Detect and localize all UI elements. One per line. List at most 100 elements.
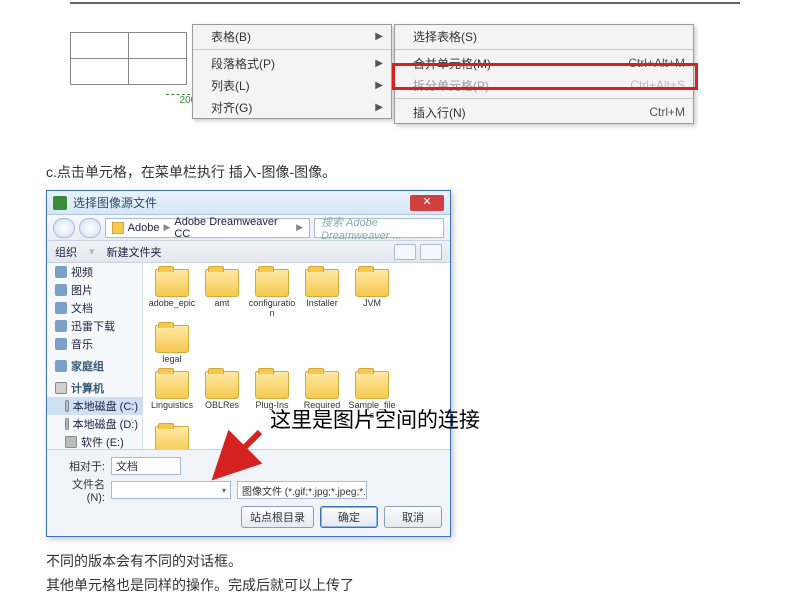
sidebar: 视频 图片 文档 迅雷下载 音乐 家庭组 计算机 本地磁盘 (C:) 本地磁盘 … <box>47 263 143 449</box>
menu-item-select-table[interactable]: 选择表格(S) <box>395 25 693 47</box>
menu-item-table[interactable]: 表格(B) ▶ <box>193 25 391 47</box>
sidebar-item-drive-c[interactable]: 本地磁盘 (C:) <box>47 397 142 415</box>
dialog-body: 视频 图片 文档 迅雷下载 音乐 家庭组 计算机 本地磁盘 (C:) 本地磁盘 … <box>47 263 450 449</box>
chevron-right-icon: ▶ <box>163 222 170 233</box>
menu-label: 表格(B) <box>211 28 251 45</box>
folder-item[interactable]: OBLRes <box>198 371 246 421</box>
folder-item[interactable]: Plug-Ins <box>248 371 296 421</box>
sidebar-item-video[interactable]: 视频 <box>47 263 142 281</box>
folder-icon <box>155 426 189 449</box>
folder-item[interactable]: zh_CN <box>148 426 196 449</box>
filename-label: 文件名(N): <box>55 476 105 504</box>
folder-item[interactable]: configuration <box>248 269 296 319</box>
menu-label: 列表(L) <box>211 77 250 94</box>
chevron-right-icon: ▶ <box>375 102 383 113</box>
cancel-button[interactable]: 取消 <box>384 506 442 528</box>
path-segment[interactable]: Adobe <box>128 222 160 234</box>
help-button[interactable] <box>420 244 442 260</box>
path-segment[interactable]: Adobe Dreamweaver CC <box>174 216 292 240</box>
sidebar-item-documents[interactable]: 文档 <box>47 299 142 317</box>
context-submenu-left: 表格(B) ▶ 段落格式(P) ▶ 列表(L) ▶ 对齐(G) ▶ <box>192 24 392 119</box>
folder-item[interactable]: Linguistics <box>148 371 196 421</box>
menu-label: 选择表格(S) <box>413 28 477 45</box>
menu-label: 段落格式(P) <box>211 55 275 72</box>
view-mode-button[interactable] <box>394 244 416 260</box>
folder-icon <box>305 371 339 399</box>
folder-icon <box>155 269 189 297</box>
menu-item-paragraph[interactable]: 段落格式(P) ▶ <box>193 52 391 74</box>
dialog-icon <box>53 196 67 210</box>
sidebar-item-drive-e[interactable]: 软件 (E:) <box>47 433 142 449</box>
menu-item-merge-cells[interactable]: 合并单元格(M) Ctrl+Alt+M <box>395 52 693 74</box>
close-button[interactable]: ✕ <box>410 195 444 211</box>
breadcrumb-path[interactable]: Adobe ▶ Adobe Dreamweaver CC ▶ <box>105 218 310 238</box>
sidebar-item-music[interactable]: 音乐 <box>47 335 142 353</box>
filetype-select[interactable]: 图像文件 (*.gif;*.jpg;*.jpeg;*.p ▾ <box>237 481 367 499</box>
folder-icon <box>205 371 239 399</box>
folder-item[interactable]: amt <box>198 269 246 319</box>
folder-item[interactable]: Required <box>298 371 346 421</box>
menu-label: 对齐(G) <box>211 99 252 116</box>
sidebar-header-computer[interactable]: 计算机 <box>47 379 142 397</box>
folder-icon <box>355 371 389 399</box>
menu-separator <box>193 49 391 50</box>
menu-label: 合并单元格(M) <box>413 55 491 72</box>
sidebar-item-drive-d[interactable]: 本地磁盘 (D:) <box>47 415 142 433</box>
folder-icon <box>255 269 289 297</box>
bottom-text-1: 不同的版本会有不同的对话框。 <box>46 551 800 571</box>
ok-button[interactable]: 确定 <box>320 506 378 528</box>
site-root-button[interactable]: 站点根目录 <box>241 506 314 528</box>
menu-item-insert-row[interactable]: 插入行(N) Ctrl+M <box>395 101 693 123</box>
menu-shortcut: Ctrl+Alt+S <box>630 78 685 92</box>
chevron-right-icon: ▶ <box>375 58 383 69</box>
menu-item-align[interactable]: 对齐(G) ▶ <box>193 96 391 118</box>
folder-item[interactable]: legal <box>148 325 196 365</box>
folder-icon <box>305 269 339 297</box>
file-picker-dialog: 选择图像源文件 ✕ Adobe ▶ Adobe Dreamweaver CC ▶… <box>46 190 451 537</box>
folder-icon <box>155 325 189 353</box>
search-placeholder: 搜索 Adobe Dreamweaver ... <box>321 214 437 242</box>
chevron-right-icon: ▶ <box>296 222 303 233</box>
sample-table <box>70 32 187 85</box>
folder-item[interactable]: Sample_files <box>348 371 396 421</box>
file-row: LinguisticsOBLResPlug-InsRequiredSample_… <box>147 371 446 449</box>
menu-item-split-cells: 拆分单元格(P)... Ctrl+Alt+S <box>395 74 693 96</box>
file-row: adobe_epicamtconfigurationInstallerJVM le… <box>147 269 446 371</box>
relative-label: 相对于: <box>55 458 105 474</box>
menu-label: 拆分单元格(P)... <box>413 77 499 94</box>
file-list: adobe_epicamtconfigurationInstallerJVM le… <box>143 263 450 449</box>
folder-icon <box>205 269 239 297</box>
nav-forward-button[interactable] <box>79 218 101 238</box>
menu-label: 插入行(N) <box>413 104 466 121</box>
folder-item[interactable]: JVM <box>348 269 396 319</box>
dialog-title: 选择图像源文件 <box>73 194 157 211</box>
menu-separator <box>395 49 693 50</box>
folder-icon <box>155 371 189 399</box>
search-input[interactable]: 搜索 Adobe Dreamweaver ... <box>314 218 444 238</box>
filename-input[interactable]: ▾ <box>111 481 231 499</box>
folder-item[interactable]: adobe_epic <box>148 269 196 319</box>
organize-button[interactable]: 组织 <box>55 244 77 260</box>
menu-separator <box>395 98 693 99</box>
instruction-text-c: c.点击单元格，在菜单栏执行 插入-图像-图像。 <box>46 162 800 182</box>
bottom-text-2: 其他单元格也是同样的操作。完成后就可以上传了 <box>46 575 800 595</box>
address-bar-row: Adobe ▶ Adobe Dreamweaver CC ▶ 搜索 Adobe … <box>47 215 450 241</box>
chevron-right-icon: ▶ <box>375 80 383 91</box>
chevron-right-icon: ▶ <box>375 31 383 42</box>
menu-shortcut: Ctrl+M <box>649 105 685 119</box>
menu-shortcut: Ctrl+Alt+M <box>628 56 685 70</box>
toolbar-row: 组织 ▾ 新建文件夹 <box>47 241 450 263</box>
folder-item[interactable]: Installer <box>298 269 346 319</box>
nav-back-button[interactable] <box>53 218 75 238</box>
menu-item-list[interactable]: 列表(L) ▶ <box>193 74 391 96</box>
relative-select[interactable]: 文档 <box>111 457 181 475</box>
sidebar-item-pictures[interactable]: 图片 <box>47 281 142 299</box>
folder-icon <box>255 371 289 399</box>
new-folder-button[interactable]: 新建文件夹 <box>107 244 162 260</box>
sidebar-item-thunder[interactable]: 迅雷下载 <box>47 317 142 335</box>
sidebar-header-homegroup[interactable]: 家庭组 <box>47 357 142 375</box>
top-context-area: 200 ▾ 表格(B) ▶ 段落格式(P) ▶ 列表(L) ▶ 对齐(G) ▶ … <box>70 2 740 132</box>
folder-icon <box>112 222 124 234</box>
context-submenu-right: 选择表格(S) 合并单元格(M) Ctrl+Alt+M 拆分单元格(P)... … <box>394 24 694 124</box>
dialog-footer: 相对于: 文档 文件名(N): ▾ 图像文件 (*.gif;*.jpg;*.jp… <box>47 449 450 536</box>
